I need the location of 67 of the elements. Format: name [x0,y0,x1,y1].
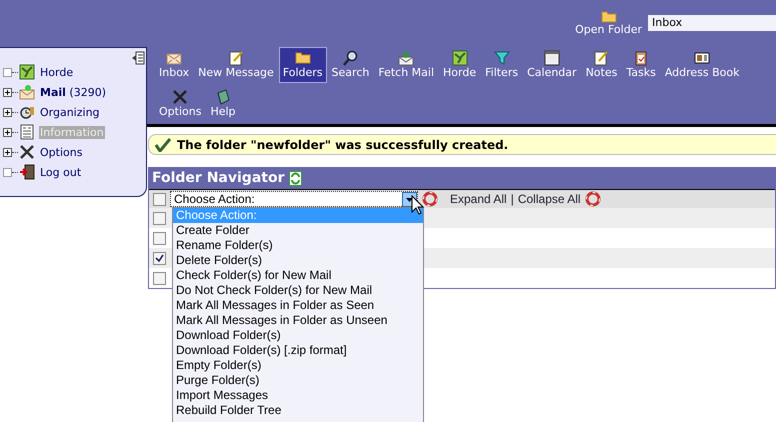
refresh-icon[interactable] [289,170,302,186]
folder-icon [294,50,311,66]
dropdown-option[interactable]: Download Folder(s) [173,328,423,343]
map-icon [19,64,35,80]
toolbar-button[interactable]: Help [206,86,240,122]
folder-field[interactable]: Inbox [648,15,776,31]
expand-all-link[interactable]: Expand All [450,192,507,206]
action-select[interactable]: Choose Action: [170,191,418,207]
document-icon [19,124,35,140]
expand-icon[interactable] [3,88,12,96]
checkbox[interactable] [153,192,166,206]
toolbar-button[interactable]: Folders [278,47,327,83]
dropdown-option[interactable]: Check Folder(s) for New Mail [173,268,423,283]
note-pencil-icon [593,50,610,66]
checkbox[interactable] [153,212,166,224]
toolbar-button[interactable]: Horde [439,47,480,83]
checkbox[interactable] [153,252,166,264]
sidebar-item[interactable]: Organizing [39,106,101,118]
collapse-sidebar-icon[interactable] [131,51,145,65]
dropdown-option[interactable]: Rename Folder(s) [173,238,423,253]
expand-icon[interactable] [3,108,12,116]
open-folder-button[interactable]: Open Folder [575,9,642,36]
toolbar-button[interactable]: Filters [481,47,522,83]
dropdown-option[interactable]: Purge Folder(s) [173,373,423,388]
checkbox[interactable] [153,272,166,284]
sidebar-item[interactable]: Horde [39,66,74,78]
dropdown-option[interactable]: Create Folder [173,223,423,238]
clipboard-icon [633,50,650,66]
folder-icon [600,9,617,23]
note-pencil-icon [228,50,244,66]
toolbar-button[interactable]: Fetch Mail [374,47,438,83]
expand-icon[interactable] [3,148,12,156]
map-icon [452,50,468,66]
sidebar-item[interactable]: Log out [39,166,82,178]
dropdown-option[interactable]: Mark All Messages in Folder as Unseen [173,313,423,328]
envelope-icon [19,84,35,100]
toolbar-button[interactable]: Address Book [660,47,744,83]
search-icon [342,50,358,66]
expand-icon[interactable] [3,128,12,136]
card-icon [694,50,710,66]
navigator-title: Folder Navigator [152,170,284,186]
success-message: The folder "newfolder" was successfully created. [177,138,508,152]
sidebar-item[interactable]: Mail (3290) [39,86,107,98]
envelope-arrow-icon [398,50,414,66]
dropdown-option[interactable]: Download Folder(s) [.zip format] [173,343,423,358]
filter-icon [494,50,510,66]
calendar-icon [544,50,560,66]
toolbar-button[interactable]: Inbox [155,47,194,83]
toolbar-button[interactable]: Notes [582,47,622,83]
toolbar-button[interactable]: Options [155,86,206,122]
lifebuoy-icon[interactable] [584,191,601,207]
link-separator: | [510,192,514,206]
dropdown-option[interactable]: Rebuild Folder Tree [173,403,423,418]
checkbox[interactable] [153,232,166,244]
toolbar-button[interactable]: New Message [194,47,278,83]
toolbar-button[interactable]: Calendar [523,47,581,83]
dropdown-option[interactable]: Import Messages [173,388,423,403]
checkmark-icon [155,138,171,152]
dropdown-option[interactable]: Empty Folder(s) [173,358,423,373]
dropdown-option[interactable]: Do Not Check Folder(s) for New Mail [173,283,423,298]
dropdown-option[interactable]: Mark All Messages in Folder as Seen [173,298,423,313]
door-icon [19,164,35,180]
lifebuoy-icon[interactable] [422,191,438,207]
toolbar-button[interactable]: Tasks [622,47,660,83]
sidebar-item[interactable]: Options [39,146,84,158]
collapse-all-link[interactable]: Collapse All [518,192,581,206]
toolbar-button[interactable]: Search [328,47,374,83]
